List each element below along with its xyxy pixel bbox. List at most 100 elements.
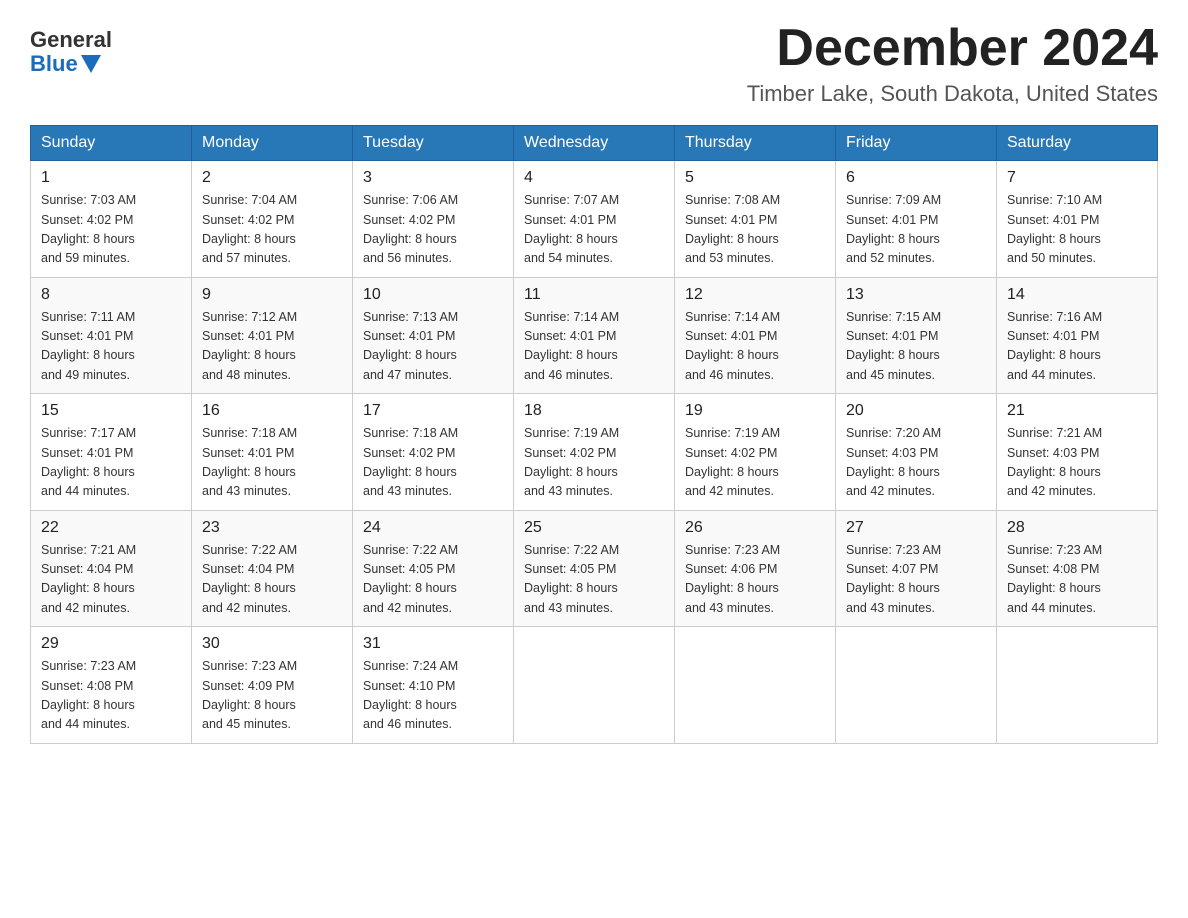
table-row: 1 Sunrise: 7:03 AM Sunset: 4:02 PM Dayli… (31, 161, 192, 278)
table-row: 23 Sunrise: 7:22 AM Sunset: 4:04 PM Dayl… (192, 510, 353, 627)
table-row: 24 Sunrise: 7:22 AM Sunset: 4:05 PM Dayl… (353, 510, 514, 627)
table-row (514, 627, 675, 744)
day-info: Sunrise: 7:19 AM Sunset: 4:02 PM Dayligh… (685, 424, 825, 502)
day-info: Sunrise: 7:11 AM Sunset: 4:01 PM Dayligh… (41, 308, 181, 386)
day-info: Sunrise: 7:13 AM Sunset: 4:01 PM Dayligh… (363, 308, 503, 386)
day-number: 22 (41, 519, 181, 537)
day-info: Sunrise: 7:23 AM Sunset: 4:08 PM Dayligh… (41, 657, 181, 735)
day-info: Sunrise: 7:19 AM Sunset: 4:02 PM Dayligh… (524, 424, 664, 502)
day-number: 9 (202, 286, 342, 304)
day-info: Sunrise: 7:09 AM Sunset: 4:01 PM Dayligh… (846, 191, 986, 269)
table-row: 3 Sunrise: 7:06 AM Sunset: 4:02 PM Dayli… (353, 161, 514, 278)
table-row: 18 Sunrise: 7:19 AM Sunset: 4:02 PM Dayl… (514, 394, 675, 511)
table-row: 12 Sunrise: 7:14 AM Sunset: 4:01 PM Dayl… (675, 277, 836, 394)
calendar-table: Sunday Monday Tuesday Wednesday Thursday… (30, 125, 1158, 744)
day-info: Sunrise: 7:07 AM Sunset: 4:01 PM Dayligh… (524, 191, 664, 269)
day-number: 31 (363, 635, 503, 653)
day-info: Sunrise: 7:23 AM Sunset: 4:06 PM Dayligh… (685, 541, 825, 619)
day-info: Sunrise: 7:21 AM Sunset: 4:04 PM Dayligh… (41, 541, 181, 619)
day-number: 2 (202, 169, 342, 187)
day-number: 3 (363, 169, 503, 187)
day-number: 16 (202, 402, 342, 420)
day-number: 12 (685, 286, 825, 304)
day-number: 26 (685, 519, 825, 537)
table-row: 10 Sunrise: 7:13 AM Sunset: 4:01 PM Dayl… (353, 277, 514, 394)
calendar-header-row: Sunday Monday Tuesday Wednesday Thursday… (31, 126, 1158, 161)
col-friday: Friday (836, 126, 997, 161)
day-number: 19 (685, 402, 825, 420)
table-row: 22 Sunrise: 7:21 AM Sunset: 4:04 PM Dayl… (31, 510, 192, 627)
day-info: Sunrise: 7:23 AM Sunset: 4:08 PM Dayligh… (1007, 541, 1147, 619)
day-info: Sunrise: 7:17 AM Sunset: 4:01 PM Dayligh… (41, 424, 181, 502)
day-info: Sunrise: 7:24 AM Sunset: 4:10 PM Dayligh… (363, 657, 503, 735)
day-info: Sunrise: 7:12 AM Sunset: 4:01 PM Dayligh… (202, 308, 342, 386)
day-number: 14 (1007, 286, 1147, 304)
day-info: Sunrise: 7:21 AM Sunset: 4:03 PM Dayligh… (1007, 424, 1147, 502)
day-number: 1 (41, 169, 181, 187)
day-number: 29 (41, 635, 181, 653)
table-row: 13 Sunrise: 7:15 AM Sunset: 4:01 PM Dayl… (836, 277, 997, 394)
day-info: Sunrise: 7:23 AM Sunset: 4:07 PM Dayligh… (846, 541, 986, 619)
day-info: Sunrise: 7:22 AM Sunset: 4:04 PM Dayligh… (202, 541, 342, 619)
table-row: 8 Sunrise: 7:11 AM Sunset: 4:01 PM Dayli… (31, 277, 192, 394)
logo-general-text: General (30, 28, 112, 52)
day-number: 25 (524, 519, 664, 537)
day-info: Sunrise: 7:16 AM Sunset: 4:01 PM Dayligh… (1007, 308, 1147, 386)
day-info: Sunrise: 7:03 AM Sunset: 4:02 PM Dayligh… (41, 191, 181, 269)
table-row: 15 Sunrise: 7:17 AM Sunset: 4:01 PM Dayl… (31, 394, 192, 511)
table-row: 17 Sunrise: 7:18 AM Sunset: 4:02 PM Dayl… (353, 394, 514, 511)
table-row: 27 Sunrise: 7:23 AM Sunset: 4:07 PM Dayl… (836, 510, 997, 627)
table-row (675, 627, 836, 744)
table-row: 31 Sunrise: 7:24 AM Sunset: 4:10 PM Dayl… (353, 627, 514, 744)
day-info: Sunrise: 7:22 AM Sunset: 4:05 PM Dayligh… (363, 541, 503, 619)
day-number: 6 (846, 169, 986, 187)
day-number: 27 (846, 519, 986, 537)
day-info: Sunrise: 7:08 AM Sunset: 4:01 PM Dayligh… (685, 191, 825, 269)
table-row: 9 Sunrise: 7:12 AM Sunset: 4:01 PM Dayli… (192, 277, 353, 394)
calendar-week-row: 8 Sunrise: 7:11 AM Sunset: 4:01 PM Dayli… (31, 277, 1158, 394)
col-tuesday: Tuesday (353, 126, 514, 161)
title-area: December 2024 Timber Lake, South Dakota,… (747, 20, 1158, 107)
day-info: Sunrise: 7:18 AM Sunset: 4:01 PM Dayligh… (202, 424, 342, 502)
day-number: 21 (1007, 402, 1147, 420)
col-wednesday: Wednesday (514, 126, 675, 161)
table-row: 21 Sunrise: 7:21 AM Sunset: 4:03 PM Dayl… (997, 394, 1158, 511)
day-number: 13 (846, 286, 986, 304)
calendar-week-row: 1 Sunrise: 7:03 AM Sunset: 4:02 PM Dayli… (31, 161, 1158, 278)
table-row: 28 Sunrise: 7:23 AM Sunset: 4:08 PM Dayl… (997, 510, 1158, 627)
table-row (997, 627, 1158, 744)
day-number: 11 (524, 286, 664, 304)
day-number: 15 (41, 402, 181, 420)
col-saturday: Saturday (997, 126, 1158, 161)
page-header: General Blue December 2024 Timber Lake, … (30, 20, 1158, 107)
col-sunday: Sunday (31, 126, 192, 161)
day-number: 20 (846, 402, 986, 420)
logo: General Blue (30, 28, 112, 76)
day-info: Sunrise: 7:20 AM Sunset: 4:03 PM Dayligh… (846, 424, 986, 502)
day-number: 24 (363, 519, 503, 537)
col-monday: Monday (192, 126, 353, 161)
table-row (836, 627, 997, 744)
day-number: 7 (1007, 169, 1147, 187)
day-info: Sunrise: 7:22 AM Sunset: 4:05 PM Dayligh… (524, 541, 664, 619)
day-number: 8 (41, 286, 181, 304)
day-number: 4 (524, 169, 664, 187)
day-number: 18 (524, 402, 664, 420)
table-row: 19 Sunrise: 7:19 AM Sunset: 4:02 PM Dayl… (675, 394, 836, 511)
table-row: 30 Sunrise: 7:23 AM Sunset: 4:09 PM Dayl… (192, 627, 353, 744)
table-row: 29 Sunrise: 7:23 AM Sunset: 4:08 PM Dayl… (31, 627, 192, 744)
day-number: 30 (202, 635, 342, 653)
table-row: 4 Sunrise: 7:07 AM Sunset: 4:01 PM Dayli… (514, 161, 675, 278)
logo-triangle-icon (81, 55, 101, 73)
table-row: 6 Sunrise: 7:09 AM Sunset: 4:01 PM Dayli… (836, 161, 997, 278)
day-number: 23 (202, 519, 342, 537)
table-row: 26 Sunrise: 7:23 AM Sunset: 4:06 PM Dayl… (675, 510, 836, 627)
table-row: 16 Sunrise: 7:18 AM Sunset: 4:01 PM Dayl… (192, 394, 353, 511)
table-row: 11 Sunrise: 7:14 AM Sunset: 4:01 PM Dayl… (514, 277, 675, 394)
day-number: 5 (685, 169, 825, 187)
calendar-week-row: 29 Sunrise: 7:23 AM Sunset: 4:08 PM Dayl… (31, 627, 1158, 744)
day-number: 10 (363, 286, 503, 304)
table-row: 14 Sunrise: 7:16 AM Sunset: 4:01 PM Dayl… (997, 277, 1158, 394)
day-info: Sunrise: 7:18 AM Sunset: 4:02 PM Dayligh… (363, 424, 503, 502)
day-info: Sunrise: 7:23 AM Sunset: 4:09 PM Dayligh… (202, 657, 342, 735)
